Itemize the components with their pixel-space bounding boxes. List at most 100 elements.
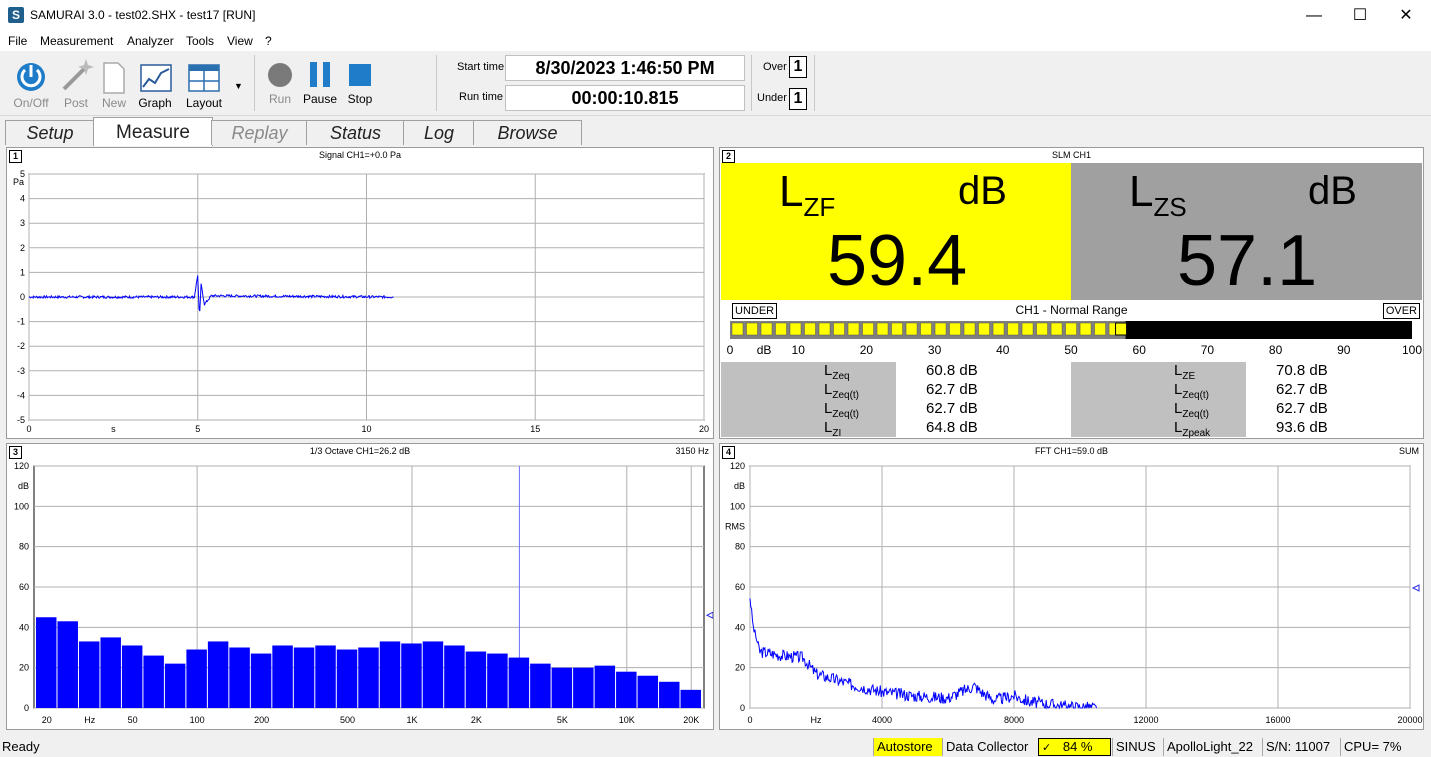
signal-panel[interactable]: 1 Signal CH1=+0.0 Pa 5 4 3 2 1 0 -1 -2 -3 -4 -5 0 5 1… <box>6 147 714 439</box>
stop-icon <box>349 64 371 86</box>
octave-bar <box>530 663 551 708</box>
data-collector-indicator[interactable]: Data Collector <box>942 738 1038 756</box>
device-name: ApolloLight_22 <box>1163 738 1263 756</box>
new-button[interactable]: New <box>92 51 136 111</box>
serial-number: S/N: 11007 <box>1262 738 1340 756</box>
run-button[interactable]: Run <box>258 51 302 111</box>
level-scale-label: 70 <box>1201 343 1215 357</box>
start-time-field: 8/30/2023 1:46:50 PM <box>505 55 745 81</box>
y-tick-label: 80 <box>19 542 29 552</box>
level-segment <box>1036 322 1048 336</box>
x-tick-label: 100 <box>190 715 205 725</box>
octave-bar <box>680 689 701 708</box>
y-tick-label: 100 <box>730 501 745 511</box>
y-tick-label: 120 <box>14 461 29 471</box>
under-count: 1 <box>789 88 807 110</box>
run-label: Run <box>268 92 291 106</box>
cpu-usage: CPU= 7% <box>1340 738 1424 756</box>
new-label: New <box>101 96 126 110</box>
menu-tools[interactable]: Tools <box>186 34 214 48</box>
minimize-button[interactable]: — <box>1291 0 1337 31</box>
lzs-display: LZS dB 57.1 <box>1071 163 1422 301</box>
lzf-display: LZF dB 59.4 <box>721 163 1071 301</box>
menu-file[interactable]: File <box>8 34 27 48</box>
menu-measurement[interactable]: Measurement <box>40 34 113 48</box>
layout-dropdown-icon[interactable]: ▼ <box>234 81 243 91</box>
y-unit-label: dB <box>18 481 29 491</box>
onoff-label: On/Off <box>13 96 49 110</box>
x-tick-label: 200 <box>254 715 269 725</box>
under-indicator: UNDER <box>732 303 778 319</box>
run-time-field: 00:00:10.815 <box>505 85 745 111</box>
slm-panel[interactable]: 2 SLM CH1 LZF dB 59.4 LZS dB 57.1 CH1 - … <box>719 147 1424 439</box>
x-tick-label: 20000 <box>1397 715 1422 725</box>
octave-bar <box>186 649 207 708</box>
level-segment <box>1050 322 1063 336</box>
octave-bar <box>358 647 379 708</box>
level-segment <box>920 322 932 336</box>
y-tick-label: 4 <box>20 194 25 204</box>
signal-chart: 543210-1-2-3-4-50 5 10 15 20Pas <box>13 169 709 434</box>
y-unit-label-rms: RMS <box>725 522 745 532</box>
menu-help[interactable]: ? <box>265 34 272 48</box>
lzs-unit: dB <box>1308 169 1357 213</box>
lzf-symbol: LZF <box>779 167 835 222</box>
menu-view[interactable]: View <box>227 34 253 48</box>
tab-log[interactable]: Log <box>403 120 475 145</box>
lzs-symbol-letter: L <box>1129 167 1154 216</box>
tab-setup[interactable]: Setup <box>5 120 95 145</box>
octave-bar <box>229 647 250 708</box>
level-scale-label: 80 <box>1269 343 1283 357</box>
toolbar: On/Off Post New Graph Layout ▼ Run Pause… <box>0 51 1431 116</box>
onoff-button[interactable]: On/Off <box>9 51 53 111</box>
level-segment <box>833 322 845 336</box>
level-segment <box>876 322 889 336</box>
over-label: Over <box>763 61 787 73</box>
x-tick-label: 5 <box>195 424 200 434</box>
maximize-button[interactable]: ☐ <box>1337 0 1383 31</box>
metric-value: 62.7 dB <box>926 381 978 398</box>
x-tick-label: 50 <box>128 715 138 725</box>
tab-measure[interactable]: Measure <box>93 117 213 146</box>
y-tick-label: 0 <box>24 703 29 713</box>
stop-button[interactable]: Stop <box>338 51 382 111</box>
y-tick-label: 20 <box>735 663 745 673</box>
level-segment <box>862 322 874 336</box>
x-tick-label: 16000 <box>1265 715 1290 725</box>
level-segment <box>934 322 947 336</box>
status-bar: Ready Autostore Data Collector ✓ 84 % SI… <box>0 737 1431 757</box>
x-tick-label: 15 <box>530 424 540 434</box>
level-segment <box>905 322 918 336</box>
octave-bar <box>487 653 508 708</box>
battery-indicator: ✓ 84 % <box>1038 738 1111 756</box>
tab-browse[interactable]: Browse <box>473 120 582 145</box>
level-scale-label: 100 <box>1402 343 1422 357</box>
graph-button[interactable]: Graph <box>133 51 177 111</box>
autostore-indicator[interactable]: Autostore <box>873 738 943 756</box>
fft-panel[interactable]: 4 FFT CH1=59.0 dB SUM 120 100 80 60 40 20 0 dB R… <box>719 443 1424 730</box>
metric-value: 62.7 dB <box>1276 400 1328 417</box>
y-tick-label: 0 <box>740 703 745 713</box>
x-unit-label: Hz <box>811 715 822 725</box>
level-segment <box>746 322 758 336</box>
level-scale-label: 30 <box>928 343 942 357</box>
pause-button[interactable]: Pause <box>298 51 342 111</box>
tab-replay[interactable]: Replay <box>211 120 308 145</box>
y-tick-label: 40 <box>19 622 29 632</box>
level-segment <box>891 322 903 336</box>
metric-subscript: Zpeak <box>1182 428 1211 439</box>
layout-button[interactable]: Layout <box>182 51 226 111</box>
window-title: SAMURAI 3.0 - test02.SHX - test17 [RUN] <box>30 8 256 22</box>
octave-bar <box>659 681 680 708</box>
level-segment <box>1079 322 1092 336</box>
octave-chart: 120100806040200dB20 50 100 200 500 1K 2K 5K 10K 2… <box>14 461 713 725</box>
level-marker-icon <box>1411 584 1420 592</box>
tab-status[interactable]: Status <box>306 120 405 145</box>
menu-analyzer[interactable]: Analyzer <box>127 34 174 48</box>
octave-bar <box>100 637 121 708</box>
level-segment <box>760 322 773 336</box>
octave-bar <box>164 663 186 708</box>
level-segment <box>775 322 787 336</box>
close-button[interactable]: ✕ <box>1383 0 1429 31</box>
octave-panel[interactable]: 3 1/3 Octave CH1=26.2 dB 3150 Hz 120 100 8… <box>6 443 714 730</box>
